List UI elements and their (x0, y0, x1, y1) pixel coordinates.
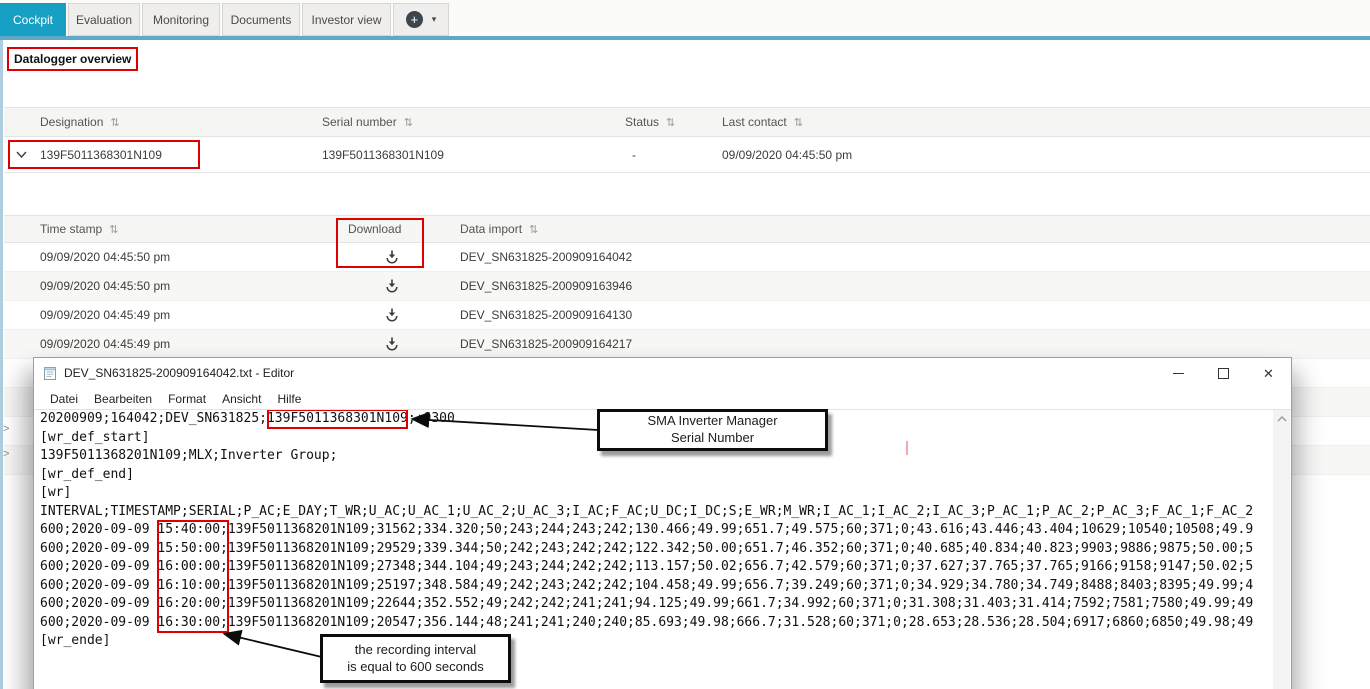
file-line: INTERVAL;TIMESTAMP;SERIAL;P_AC;E_DAY;T_W… (35, 503, 1273, 522)
tab-documents[interactable]: Documents (222, 3, 300, 36)
download-icon[interactable] (384, 330, 400, 358)
notepad-window: DEV_SN631825-200909164042.txt - Editor ✕… (33, 357, 1292, 689)
download-icon[interactable] (384, 301, 400, 329)
time-stamp-value: 09/09/2020 04:45:49 pm (40, 330, 170, 358)
file-data-line: 600;2020-09-09 16:20:00;139F5011368201N1… (35, 595, 1273, 614)
page-title-text: Datalogger overview (14, 52, 131, 66)
tab-monitoring[interactable]: Monitoring (142, 3, 220, 36)
callout-text: Serial Number (671, 430, 754, 447)
notepad-title-bar[interactable]: DEV_SN631825-200909164042.txt - Editor ✕ (34, 358, 1291, 388)
file-row: 09/09/2020 04:45:50 pm DEV_SN631825-2009… (4, 243, 1370, 272)
menu-format[interactable]: Format (160, 392, 214, 406)
tab-bar: Cockpit Evaluation Monitoring Documents … (0, 0, 1370, 36)
download-icon[interactable] (384, 272, 400, 300)
minimize-icon (1173, 373, 1184, 374)
serial-number-value: 139F5011368301N109 (322, 137, 444, 172)
notepad-icon (42, 365, 58, 386)
tab-label: Cockpit (13, 13, 53, 27)
page: Cockpit Evaluation Monitoring Documents … (0, 0, 1370, 689)
data-import-value: DEV_SN631825-200909163946 (460, 272, 632, 300)
callout-text: the recording interval (355, 642, 476, 659)
file-data-line: 600;2020-09-09 16:10:00;139F5011368201N1… (35, 577, 1273, 596)
callout-recording-interval: the recording interval is equal to 600 s… (320, 634, 511, 683)
close-icon: ✕ (1263, 367, 1274, 380)
minimize-button[interactable] (1156, 358, 1201, 388)
file-row: 09/09/2020 04:45:50 pm DEV_SN631825-2009… (4, 272, 1370, 301)
tab-label: Documents (231, 13, 292, 27)
files-table-header: Time stamp ⇅ Download Data import ⇅ (4, 215, 1370, 243)
expand-chevron-icon[interactable]: > (3, 423, 9, 435)
designation-value: 139F5011368301N109 (40, 137, 162, 172)
text-cursor-mark (906, 441, 908, 455)
notepad-window-title: DEV_SN631825-200909164042.txt - Editor (64, 358, 294, 388)
maximize-button[interactable] (1201, 358, 1246, 388)
plus-icon: + (406, 11, 423, 28)
status-value: - (632, 137, 636, 172)
file-data-line: 600;2020-09-09 15:40:00;139F5011368201N1… (35, 521, 1273, 540)
data-import-value: DEV_SN631825-200909164130 (460, 301, 632, 329)
close-button[interactable]: ✕ (1246, 358, 1291, 388)
chevron-down-icon: ▾ (432, 14, 437, 25)
callout-text: is equal to 600 seconds (347, 659, 484, 676)
accent-underline (0, 36, 1370, 40)
callout-serial-number: SMA Inverter Manager Serial Number (597, 409, 828, 451)
column-status: Status ⇅ (625, 108, 675, 136)
column-last-contact: Last contact ⇅ (722, 108, 803, 136)
scrollbar[interactable] (1273, 410, 1290, 689)
menu-ansicht[interactable]: Ansicht (214, 392, 269, 406)
notepad-menu-bar: Datei Bearbeiten Format Ansicht Hilfe (34, 388, 1291, 410)
tab-investor-view[interactable]: Investor view (302, 3, 391, 36)
menu-datei[interactable]: Datei (42, 392, 86, 406)
file-row: 09/09/2020 04:45:49 pm DEV_SN631825-2009… (4, 330, 1370, 359)
sort-icon[interactable]: ⇅ (404, 116, 413, 129)
file-line: [wr_def_end] (35, 466, 1273, 485)
sma-serial-number: 139F5011368301N109 (267, 411, 408, 426)
data-import-value: DEV_SN631825-200909164217 (460, 330, 632, 358)
tab-label: Investor view (311, 13, 381, 27)
download-icon[interactable] (384, 243, 400, 271)
page-title: Datalogger overview (7, 47, 138, 71)
sort-icon[interactable]: ⇅ (794, 116, 803, 129)
sort-icon[interactable]: ⇅ (666, 116, 675, 129)
file-data-line: 600;2020-09-09 16:30:00;139F5011368201N1… (35, 614, 1273, 633)
column-designation: Designation ⇅ (40, 108, 120, 136)
file-line: [wr] (35, 484, 1273, 503)
column-data-import: Data import ⇅ (460, 216, 538, 242)
time-stamp-value: 09/09/2020 04:45:50 pm (40, 243, 170, 271)
datalogger-row[interactable]: 139F5011368301N109 139F5011368301N109 - … (4, 137, 1370, 173)
time-stamp-value: 09/09/2020 04:45:50 pm (40, 272, 170, 300)
menu-bearbeiten[interactable]: Bearbeiten (86, 392, 160, 406)
menu-hilfe[interactable]: Hilfe (269, 392, 309, 406)
last-contact-value: 09/09/2020 04:45:50 pm (722, 137, 852, 172)
notepad-text-area[interactable]: 20200909;164042;DEV_SN631825;139F5011368… (35, 410, 1273, 689)
sort-icon[interactable]: ⇅ (529, 223, 538, 236)
expand-chevron-icon[interactable]: > (3, 448, 9, 460)
file-data-line: 600;2020-09-09 15:50:00;139F5011368201N1… (35, 540, 1273, 559)
sort-icon[interactable]: ⇅ (109, 223, 118, 236)
callout-text: SMA Inverter Manager (647, 413, 777, 430)
column-time-stamp: Time stamp ⇅ (40, 216, 118, 242)
add-tab-button[interactable]: + ▾ (393, 3, 449, 36)
time-stamp-value: 09/09/2020 04:45:49 pm (40, 301, 170, 329)
datalogger-table-header: Designation ⇅ Serial number ⇅ Status ⇅ L… (4, 107, 1370, 137)
tab-label: Monitoring (153, 13, 209, 27)
file-row: 09/09/2020 04:45:49 pm DEV_SN631825-2009… (4, 301, 1370, 330)
sort-icon[interactable]: ⇅ (110, 116, 119, 129)
file-data-line: 600;2020-09-09 16:00:00;139F5011368201N1… (35, 558, 1273, 577)
scroll-up-icon (1277, 416, 1287, 422)
column-serial-number: Serial number ⇅ (322, 108, 413, 136)
data-import-value: DEV_SN631825-200909164042 (460, 243, 632, 271)
tab-evaluation[interactable]: Evaluation (68, 3, 140, 36)
page-left-border (0, 40, 3, 689)
file-line: [wr_ende] (35, 632, 1273, 651)
tab-label: Evaluation (76, 13, 132, 27)
column-download: Download (348, 216, 401, 242)
maximize-icon (1218, 368, 1229, 379)
expand-chevron-icon[interactable] (16, 137, 27, 172)
tab-cockpit[interactable]: Cockpit (0, 3, 66, 36)
